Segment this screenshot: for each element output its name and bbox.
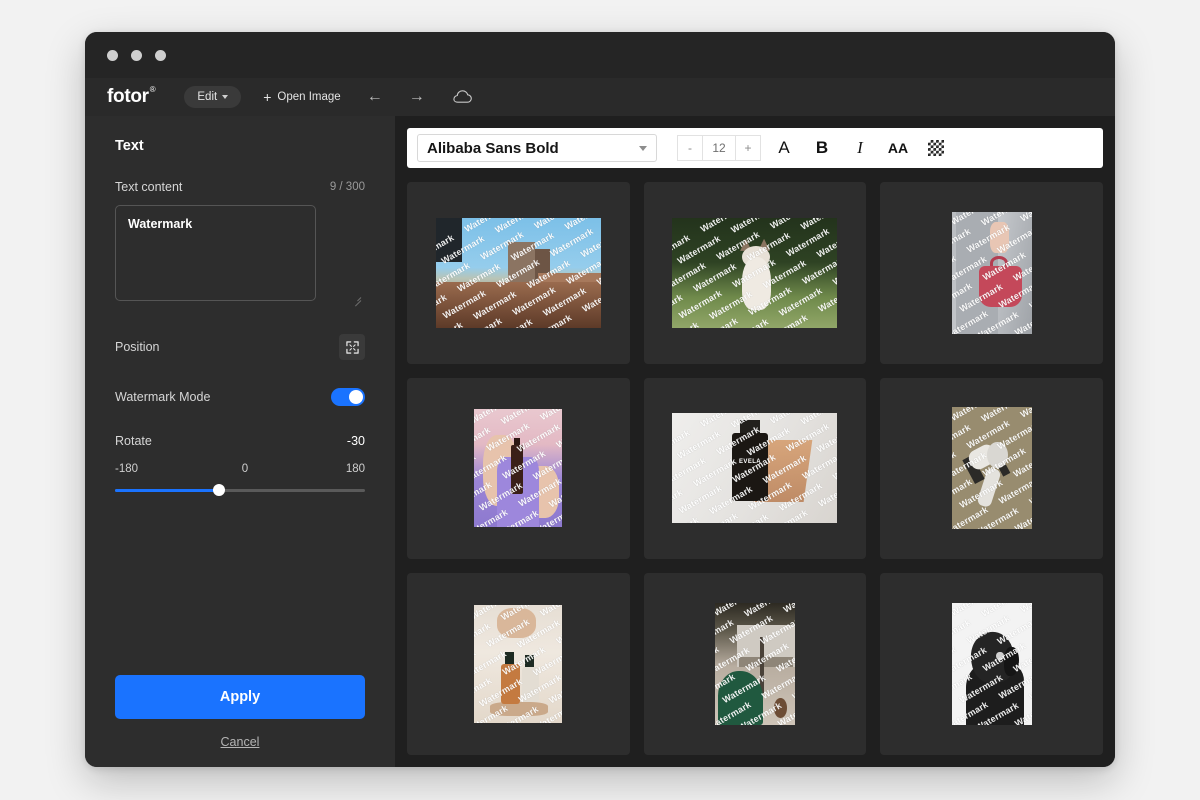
rotate-slider[interactable]	[115, 484, 365, 496]
open-image-button[interactable]: + Open Image	[263, 90, 340, 104]
photo-patio	[715, 603, 795, 725]
editor-body: Text Text content 9 / 300 Position	[85, 116, 1115, 767]
maximize-dot[interactable]	[155, 50, 166, 61]
bottle-label: EVELA	[732, 457, 768, 467]
font-size-input[interactable]: 12	[703, 135, 735, 161]
watermark-mode-toggle[interactable]	[331, 388, 365, 406]
slider-fill	[115, 489, 219, 492]
thumb-cosmetics-khaki: WatermarkWatermarkWatermarkWatermarkWate…	[952, 407, 1032, 529]
font-family-value: Alibaba Sans Bold	[427, 140, 559, 157]
text-content-wrapper	[115, 194, 365, 306]
open-image-label: Open Image	[277, 91, 340, 103]
app-toolbar: fotor® Edit + Open Image ← →	[85, 78, 1115, 116]
bold-icon[interactable]: B	[807, 133, 837, 163]
position-label: Position	[115, 340, 159, 354]
resize-grip-icon	[352, 293, 361, 302]
photo-handbag	[952, 212, 1032, 334]
rotate-value: -30	[347, 434, 365, 448]
edit-menu-label: Edit	[197, 91, 217, 103]
undo-icon[interactable]: ←	[367, 89, 383, 105]
thumb-cityscape: WatermarkWatermarkWatermarkWatermarkWate…	[436, 218, 601, 328]
thumb-dog-bw: WatermarkWatermarkWatermarkWatermarkWate…	[952, 603, 1032, 725]
thumb-evela-bottle: EVELA WatermarkWatermarkWatermarkWaterma…	[672, 413, 837, 523]
font-family-select[interactable]: Alibaba Sans Bold	[417, 134, 657, 162]
photo-cosmetics-khaki	[952, 407, 1032, 529]
thumb-patio: WatermarkWatermarkWatermarkWatermarkWate…	[715, 603, 795, 725]
font-size-decrease-button[interactable]: -	[677, 135, 703, 161]
minimize-dot[interactable]	[131, 50, 142, 61]
rotate-scale-labels: -180 0 180	[115, 463, 365, 475]
app-window: fotor® Edit + Open Image ← → Text Text c…	[85, 32, 1115, 767]
chevron-down-icon	[222, 95, 228, 99]
photo-cityscape	[436, 218, 601, 328]
photo-amber-bottles	[474, 605, 562, 723]
checkerboard-swatch	[928, 140, 944, 156]
redo-icon[interactable]: →	[409, 89, 425, 105]
window-titlebar	[85, 32, 1115, 78]
edit-menu-button[interactable]: Edit	[184, 86, 241, 108]
gallery-item-serum-purple[interactable]: WatermarkWatermarkWatermarkWatermarkWate…	[407, 378, 630, 560]
rotate-mid-label: 0	[242, 463, 248, 475]
text-color-icon[interactable]: A	[769, 133, 799, 163]
rotate-row: Rotate -30	[115, 434, 365, 448]
text-settings-panel: Text Text content 9 / 300 Position	[85, 116, 395, 767]
gallery-item-cityscape[interactable]: WatermarkWatermarkWatermarkWatermarkWate…	[407, 182, 630, 364]
apply-button[interactable]: Apply	[115, 675, 365, 719]
cancel-link[interactable]: Cancel	[115, 735, 365, 749]
fotor-logo: fotor®	[101, 86, 154, 108]
italic-icon[interactable]: I	[845, 133, 875, 163]
thumb-serum-purple: WatermarkWatermarkWatermarkWatermarkWate…	[474, 409, 562, 527]
close-dot[interactable]	[107, 50, 118, 61]
character-counter: 9 / 300	[330, 181, 365, 193]
gallery-item-dog-bw[interactable]: WatermarkWatermarkWatermarkWatermarkWate…	[880, 573, 1103, 755]
thumb-cat: WatermarkWatermarkWatermarkWatermarkWate…	[672, 218, 837, 328]
photo-evela-bottle: EVELA	[672, 413, 837, 523]
expand-icon[interactable]	[339, 334, 365, 360]
text-content-input[interactable]	[115, 205, 316, 301]
toggle-knob	[349, 390, 363, 404]
gallery-item-cat[interactable]: WatermarkWatermarkWatermarkWatermarkWate…	[644, 182, 867, 364]
panel-title: Text	[115, 138, 365, 154]
watermark-mode-label: Watermark Mode	[115, 390, 210, 404]
text-content-label: Text content	[115, 180, 182, 194]
chevron-down-icon	[639, 146, 647, 151]
workspace: Alibaba Sans Bold - 12 + A B I AA	[395, 116, 1115, 767]
gallery-item-handbag[interactable]: WatermarkWatermarkWatermarkWatermarkWate…	[880, 182, 1103, 364]
gallery-item-evela-bottle[interactable]: EVELA WatermarkWatermarkWatermarkWaterma…	[644, 378, 867, 560]
slider-thumb[interactable]	[213, 484, 225, 496]
watermark-mode-row: Watermark Mode	[115, 388, 365, 406]
font-size-stepper: - 12 +	[677, 135, 761, 161]
image-gallery: WatermarkWatermarkWatermarkWatermarkWate…	[395, 168, 1115, 767]
photo-dog-bw	[952, 603, 1032, 725]
rotate-min-label: -180	[115, 463, 138, 475]
rotate-label: Rotate	[115, 434, 152, 448]
gallery-item-amber-bottles[interactable]: WatermarkWatermarkWatermarkWatermarkWate…	[407, 573, 630, 755]
text-content-header: Text content 9 / 300	[115, 180, 365, 194]
gallery-item-patio[interactable]: WatermarkWatermarkWatermarkWatermarkWate…	[644, 573, 867, 755]
font-size-increase-button[interactable]: +	[735, 135, 761, 161]
photo-serum-purple	[474, 409, 562, 527]
opacity-checkerboard-icon[interactable]	[921, 133, 951, 163]
letter-case-icon[interactable]: AA	[883, 133, 913, 163]
text-format-toolbar: Alibaba Sans Bold - 12 + A B I AA	[407, 128, 1103, 168]
logo-registered-mark: ®	[150, 85, 156, 94]
photo-cat	[672, 218, 837, 328]
plus-icon: +	[263, 90, 271, 104]
cloud-icon[interactable]	[453, 90, 472, 104]
position-row: Position	[115, 334, 365, 360]
thumb-handbag: WatermarkWatermarkWatermarkWatermarkWate…	[952, 212, 1032, 334]
logo-text: fotor	[107, 86, 149, 107]
panel-spacer	[115, 496, 365, 675]
rotate-max-label: 180	[346, 463, 365, 475]
gallery-item-cosmetics-khaki[interactable]: WatermarkWatermarkWatermarkWatermarkWate…	[880, 378, 1103, 560]
thumb-amber-bottles: WatermarkWatermarkWatermarkWatermarkWate…	[474, 605, 562, 723]
